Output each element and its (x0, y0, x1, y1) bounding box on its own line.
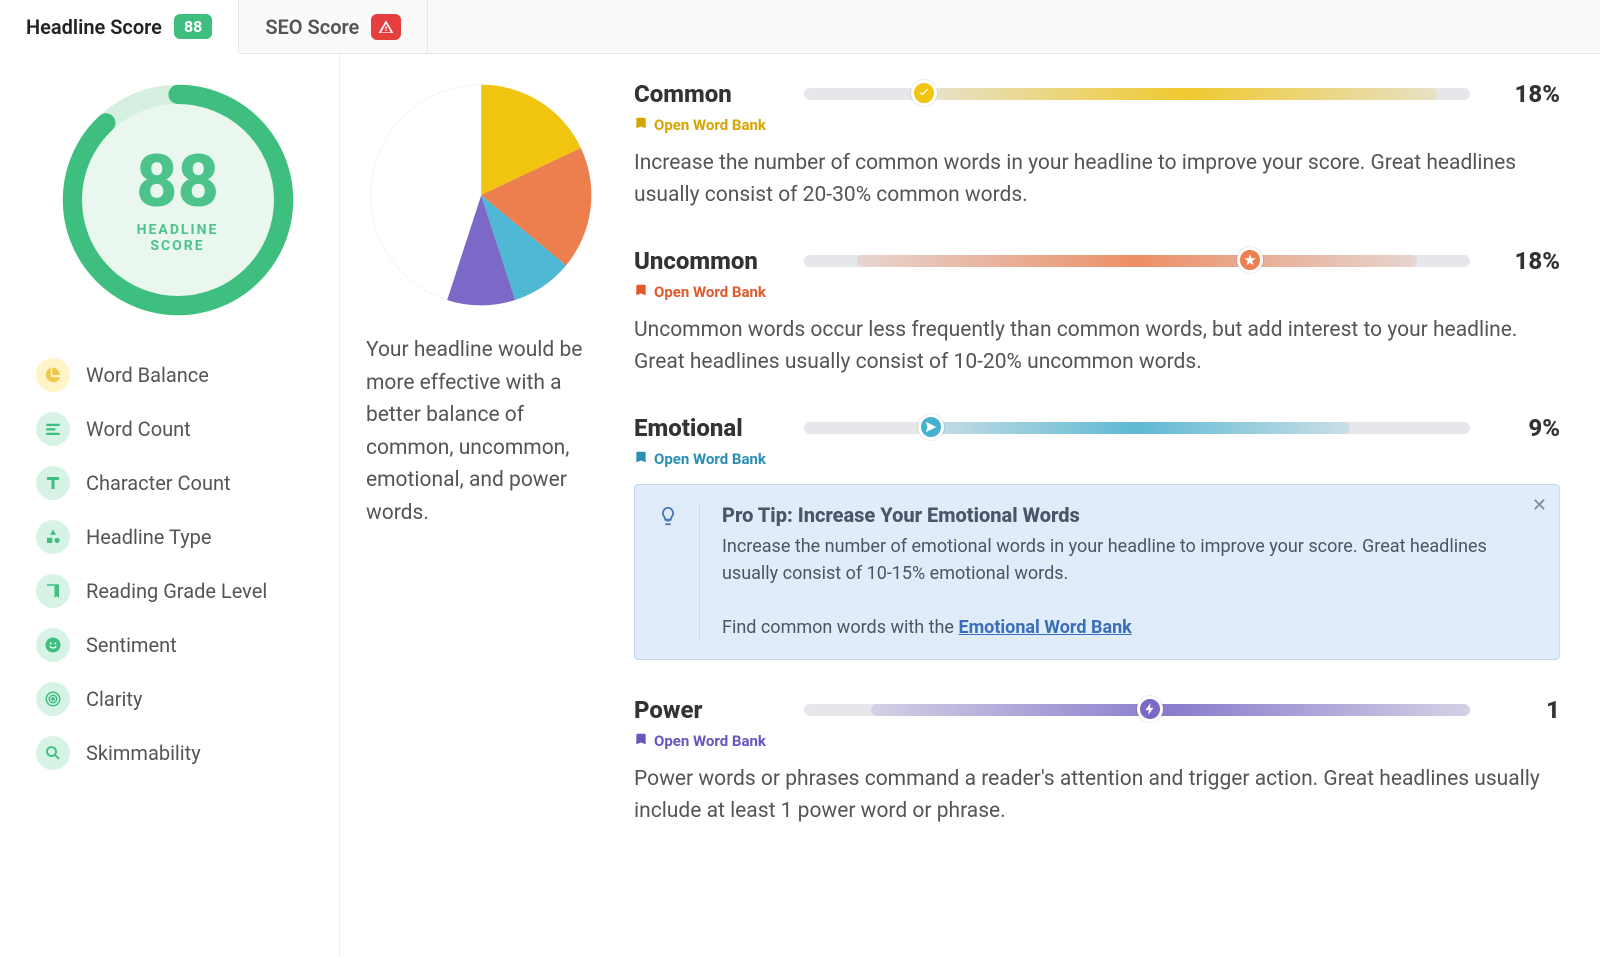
open-word-bank-link[interactable]: Open Word Bank (634, 732, 766, 750)
metric-value: 18% (1490, 247, 1560, 275)
open-word-bank-link[interactable]: Open Word Bank (634, 450, 766, 468)
pro-tip-box: ✕ Pro Tip: Increase Your Emotional Words I… (634, 484, 1560, 660)
wordbank-label: Open Word Bank (654, 450, 766, 468)
facet-list: Word Balance Word Count Character Count Hea… (34, 348, 321, 780)
metric-power: Power 1 Open Word Bank Power words or phras… (634, 696, 1560, 827)
tabs: Headline Score 88 SEO Score (0, 0, 1600, 54)
tab-label: SEO Score (265, 15, 359, 39)
metric-description: Power words or phrases command a reader'… (634, 764, 1560, 827)
tab-seo-score[interactable]: SEO Score (239, 0, 428, 53)
sidebar-item-word-balance[interactable]: Word Balance (34, 348, 321, 402)
sidebar-item-headline-type[interactable]: Headline Type (34, 510, 321, 564)
metric-emotional: Emotional 9% Open Word Bank ✕ Pro Tip: Incre… (634, 414, 1560, 660)
sidebar-item-label: Headline Type (86, 525, 212, 549)
close-icon[interactable]: ✕ (1532, 495, 1547, 516)
sidebar-item-sentiment[interactable]: Sentiment (34, 618, 321, 672)
metric-description: Increase the number of common words in y… (634, 148, 1560, 211)
metric-marker (1137, 696, 1163, 722)
letter-t-icon (36, 466, 70, 500)
open-word-bank-link[interactable]: Open Word Bank (634, 116, 766, 134)
metric-marker (918, 414, 944, 440)
word-balance-pie (366, 80, 596, 310)
metric-title: Power (634, 696, 784, 724)
wordbank-label: Open Word Bank (654, 116, 766, 134)
metric-bar (804, 422, 1470, 434)
metric-common: Common 18% Open Word Bank Increase the numb… (634, 80, 1560, 211)
wordbank-label: Open Word Bank (654, 283, 766, 301)
pro-tip-title: Pro Tip: Increase Your Emotional Words (722, 503, 1509, 527)
tab-label: Headline Score (26, 15, 162, 39)
book-icon (36, 574, 70, 608)
sidebar-item-label: Skimmability (86, 741, 201, 765)
metric-marker (911, 80, 937, 106)
metric-title: Common (634, 80, 784, 108)
book-icon (634, 116, 648, 134)
tab-headline-score[interactable]: Headline Score 88 (0, 0, 239, 53)
metric-bar (804, 88, 1470, 100)
metric-marker (1237, 247, 1263, 273)
book-icon (634, 283, 648, 301)
metric-value: 1 (1490, 696, 1560, 724)
main-panel: Your headline would be more effective wi… (340, 54, 1600, 957)
book-icon (634, 732, 648, 750)
alert-icon (371, 14, 401, 40)
sidebar-item-label: Character Count (86, 471, 231, 495)
lines-icon (36, 412, 70, 446)
open-word-bank-link[interactable]: Open Word Bank (634, 283, 766, 301)
score-value: 88 (136, 146, 219, 218)
metric-value: 9% (1490, 414, 1560, 442)
score-label: HEADLINESCORE (137, 222, 219, 254)
metric-title: Uncommon (634, 247, 784, 275)
smile-icon (36, 628, 70, 662)
metric-uncommon: Uncommon 18% Open Word Bank Uncommon words … (634, 247, 1560, 378)
search-icon (36, 736, 70, 770)
wordbank-label: Open Word Bank (654, 732, 766, 750)
book-icon (634, 450, 648, 468)
sidebar-item-clarity[interactable]: Clarity (34, 672, 321, 726)
sidebar-item-label: Word Balance (86, 363, 209, 387)
sidebar-item-word-count[interactable]: Word Count (34, 402, 321, 456)
metric-title: Emotional (634, 414, 784, 442)
target-icon (36, 682, 70, 716)
sidebar-item-character-count[interactable]: Character Count (34, 456, 321, 510)
sidebar-item-label: Reading Grade Level (86, 579, 267, 603)
metrics-column: Common 18% Open Word Bank Increase the numb… (634, 80, 1560, 931)
emotional-word-bank-link[interactable]: Emotional Word Bank (958, 617, 1131, 638)
sidebar-item-skimmability[interactable]: Skimmability (34, 726, 321, 780)
metric-description: Uncommon words occur less frequently tha… (634, 315, 1560, 378)
metric-bar (804, 704, 1470, 716)
sidebar: 88 HEADLINESCORE Word Balance Word Count C… (0, 54, 340, 957)
score-badge: 88 (174, 14, 212, 39)
pie-caption: Your headline would be more effective wi… (366, 334, 606, 529)
headline-score-gauge: 88 HEADLINESCORE (58, 80, 298, 320)
pro-tip-body: Increase the number of emotional words i… (722, 533, 1509, 641)
sidebar-item-reading-grade-level[interactable]: Reading Grade Level (34, 564, 321, 618)
pie-chart-icon (36, 358, 70, 392)
sidebar-item-label: Word Count (86, 417, 191, 441)
sidebar-item-label: Clarity (86, 687, 142, 711)
lightbulb-icon (657, 503, 700, 641)
metric-bar (804, 255, 1470, 267)
metric-value: 18% (1490, 80, 1560, 108)
sidebar-item-label: Sentiment (86, 633, 177, 657)
shapes-icon (36, 520, 70, 554)
